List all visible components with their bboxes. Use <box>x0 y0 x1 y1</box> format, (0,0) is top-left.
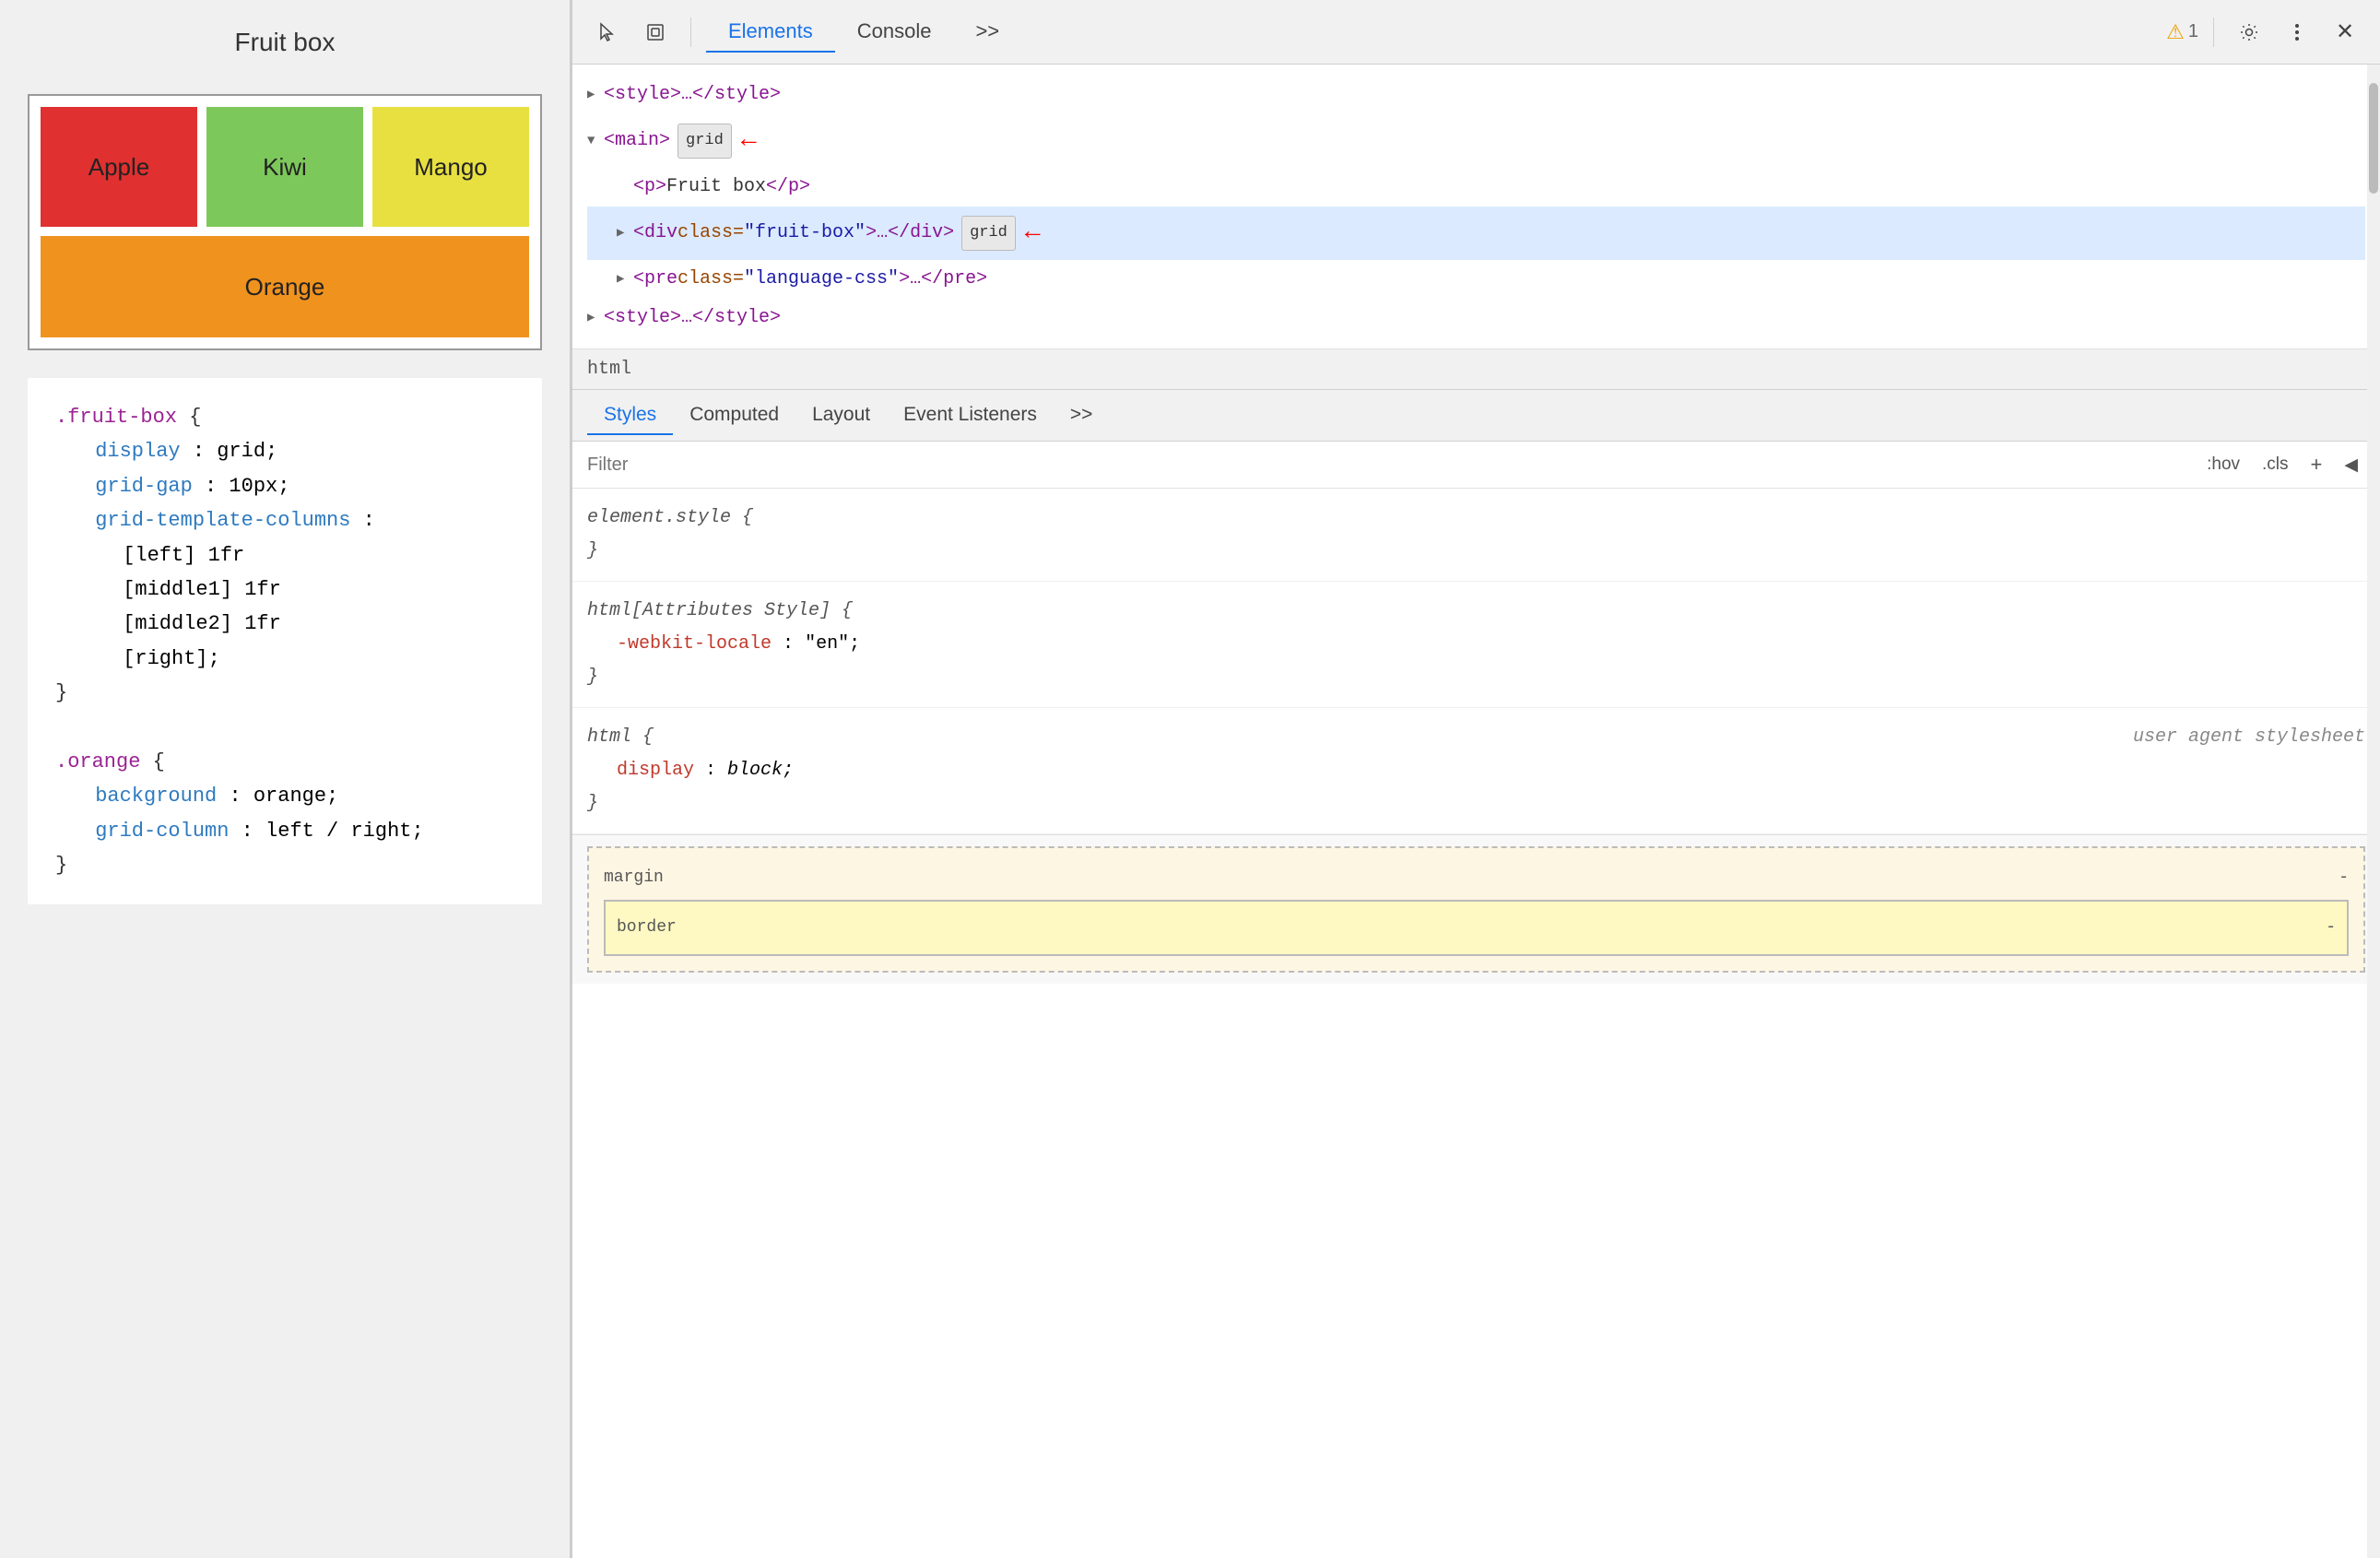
cls-button[interactable]: .cls <box>2255 451 2296 478</box>
border-label: border <box>617 913 677 942</box>
tab-layout[interactable]: Layout <box>795 396 887 435</box>
tab-elements[interactable]: Elements <box>706 12 835 53</box>
code-line: grid-template-columns : <box>55 503 514 537</box>
box-model-section: margin - border - <box>572 834 2380 984</box>
arrow-main: ← <box>741 115 757 167</box>
arrow-div: ← <box>1025 207 1041 259</box>
code-line: .fruit-box { <box>55 400 514 434</box>
dom-line-style1: ▶ <style>…</style> <box>587 76 2365 114</box>
warning-badge: ⚠ 1 <box>2166 20 2198 44</box>
code-section: .fruit-box { display : grid; grid-gap : … <box>28 378 542 904</box>
toolbar-divider <box>690 18 691 47</box>
style-selector-line: html[Attributes Style] { <box>587 595 2365 628</box>
devtools-toolbar: Elements Console >> ⚠ 1 ✕ <box>572 0 2380 65</box>
hov-button[interactable]: :hov <box>2199 451 2247 478</box>
code-line: display : grid; <box>55 434 514 468</box>
devtools-tabs: Elements Console >> <box>706 12 2159 53</box>
cursor-icon[interactable] <box>587 12 628 53</box>
box-model-outer: margin - border - <box>587 846 2365 973</box>
code-line: grid-column : left / right; <box>55 814 514 848</box>
close-icon[interactable]: ✕ <box>2325 12 2365 53</box>
style-close: } <box>587 535 2365 568</box>
dom-line-main: ▼ <main> grid ← <box>587 114 2365 168</box>
style-tabs: Styles Computed Layout Event Listeners >… <box>572 390 2380 442</box>
warning-count: 1 <box>2188 21 2198 42</box>
box-model-inner: border - <box>604 900 2349 955</box>
filter-input[interactable] <box>587 454 2192 476</box>
filter-bar: :hov .cls + ◀ <box>572 442 2380 489</box>
style-property-webkit: -webkit-locale : "en"; <box>587 628 2365 661</box>
breadcrumb-html[interactable]: html <box>587 359 631 380</box>
style-selector: element.style { <box>587 502 2365 535</box>
style-close-2: } <box>587 661 2365 694</box>
code-line: [middle1] 1fr <box>55 572 514 607</box>
code-line: [right]; <box>55 642 514 676</box>
style-block-html-ua: html { user agent stylesheet display : b… <box>572 708 2380 834</box>
code-line: [left] 1fr <box>55 538 514 572</box>
devtools-panel: Elements Console >> ⚠ 1 ✕ <box>571 0 2380 1558</box>
panel-title: Fruit box <box>28 28 542 57</box>
tab-styles[interactable]: Styles <box>587 396 673 435</box>
margin-label: margin <box>604 863 664 892</box>
add-style-button[interactable]: + <box>2303 449 2330 480</box>
style-block-element: element.style { } <box>572 489 2380 582</box>
code-line: background : orange; <box>55 779 514 813</box>
scrollbar[interactable] <box>2367 65 2380 1558</box>
tab-console[interactable]: Console <box>835 12 954 53</box>
dom-line-p: <p> Fruit box </p> <box>587 168 2365 207</box>
border-value: - <box>2326 913 2336 942</box>
fruit-orange: Orange <box>41 236 529 337</box>
collapse-styles-button[interactable]: ◀ <box>2337 451 2365 479</box>
left-panel: Fruit box Apple Kiwi Mango Orange .fruit… <box>0 0 571 1558</box>
style-block-html-attrs: html[Attributes Style] { -webkit-locale … <box>572 582 2380 708</box>
dom-line-fruit-box[interactable]: ▶ <div class= "fruit-box" >…</div> grid … <box>587 207 2365 260</box>
breadcrumb-bar: html <box>572 349 2380 390</box>
tab-computed[interactable]: Computed <box>673 396 795 435</box>
grid-badge-div: grid <box>961 216 1016 251</box>
fruit-box-demo: Apple Kiwi Mango Orange <box>28 94 542 350</box>
code-line: grid-gap : 10px; <box>55 469 514 503</box>
dom-tree: ▶ <style>…</style> ▼ <main> grid ← <p> F… <box>572 65 2380 349</box>
filter-actions: :hov .cls + ◀ <box>2199 449 2365 480</box>
margin-value: - <box>2339 863 2349 892</box>
code-line: } <box>55 676 514 710</box>
code-line: [middle2] 1fr <box>55 607 514 641</box>
fruit-mango: Mango <box>372 107 529 227</box>
style-close-3: } <box>587 787 2365 820</box>
css-selector-orange: .orange <box>55 750 140 773</box>
code-line: .orange { <box>55 745 514 779</box>
dom-line-pre: ▶ <pre class= "language-css" >…</pre> <box>587 260 2365 299</box>
gear-icon[interactable] <box>2229 12 2269 53</box>
toolbar-right: ⚠ 1 ✕ <box>2166 12 2365 53</box>
tab-more-styles[interactable]: >> <box>1054 396 1110 435</box>
style-selector-line-html: html { user agent stylesheet <box>587 721 2365 754</box>
css-selector: .fruit-box <box>55 406 177 429</box>
box-inspect-icon[interactable] <box>635 12 676 53</box>
dots-icon[interactable] <box>2277 12 2317 53</box>
styles-content: element.style { } html[Attributes Style]… <box>572 489 2380 1558</box>
style-property-display: display : block; <box>587 754 2365 787</box>
fruit-kiwi: Kiwi <box>206 107 363 227</box>
code-line: } <box>55 848 514 882</box>
toolbar-divider-2 <box>2213 18 2214 47</box>
tab-event-listeners[interactable]: Event Listeners <box>887 396 1054 435</box>
tab-more[interactable]: >> <box>953 12 1021 53</box>
fruit-apple: Apple <box>41 107 197 227</box>
scrollbar-thumb[interactable] <box>2369 83 2378 194</box>
ua-comment: user agent stylesheet <box>2133 721 2365 754</box>
grid-badge-main: grid <box>677 124 732 159</box>
dom-line-style2: ▶ <style>…</style> <box>587 299 2365 337</box>
